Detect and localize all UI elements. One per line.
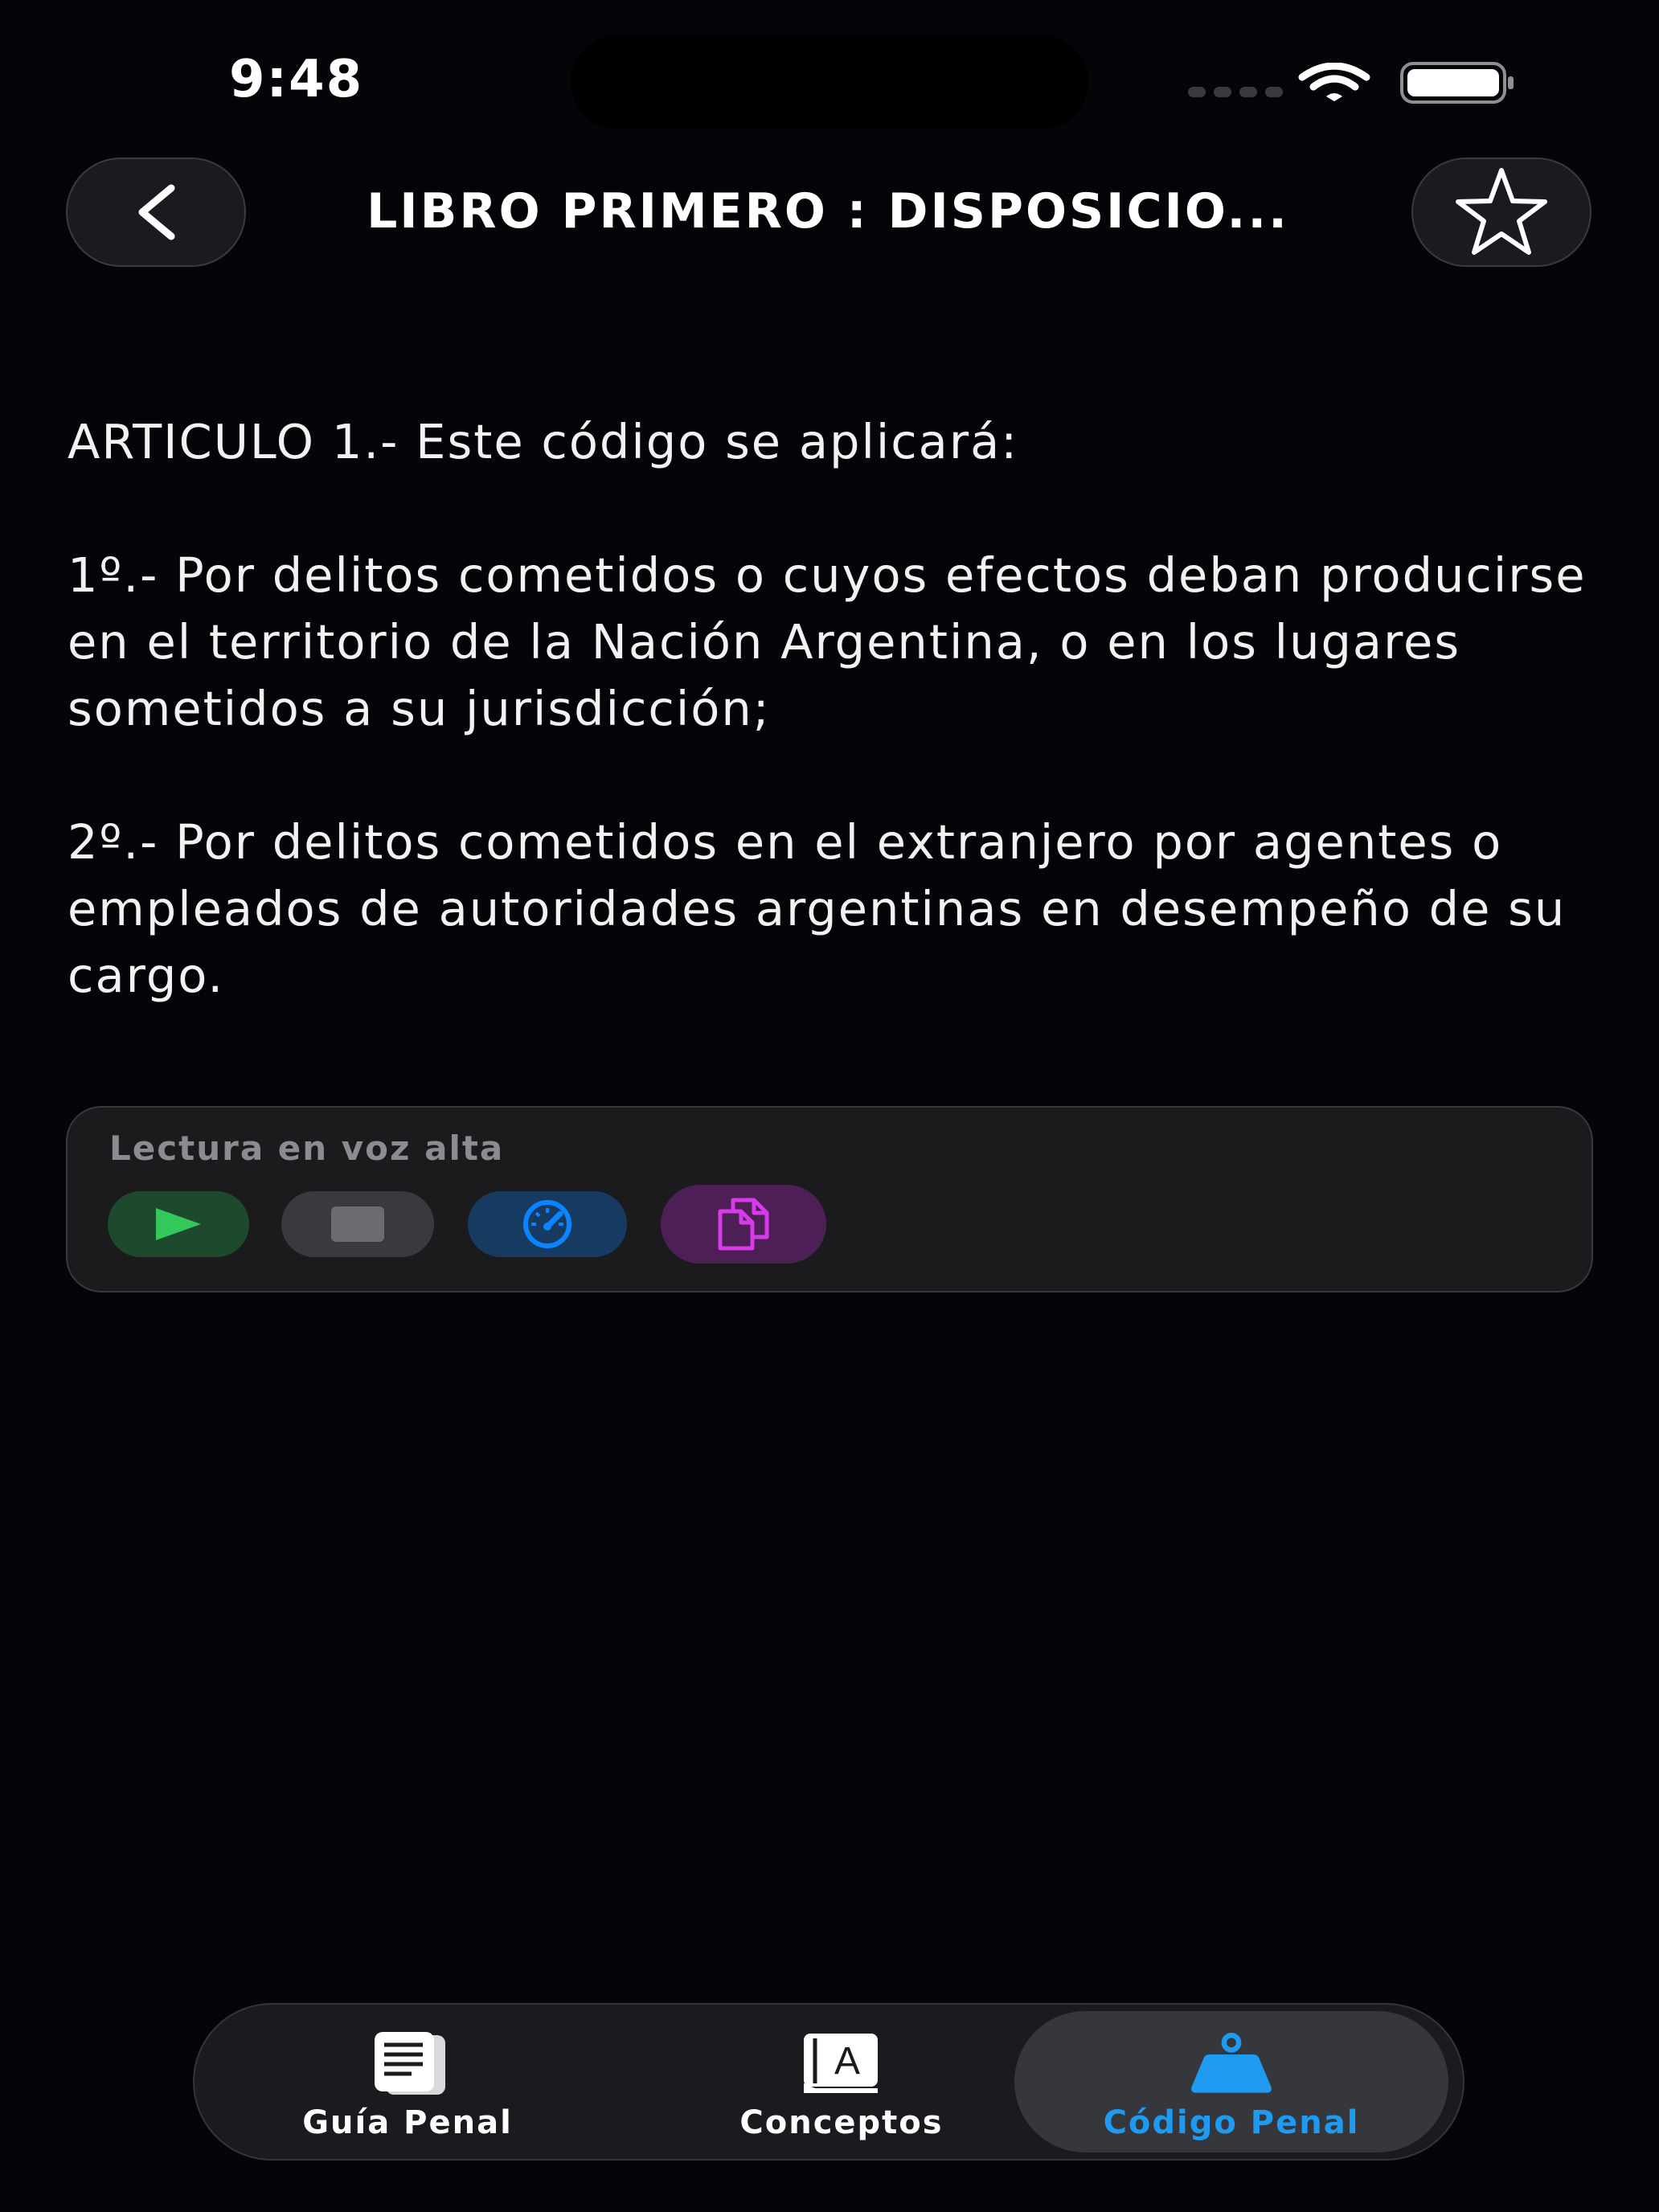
- speed-button[interactable]: [468, 1191, 627, 1257]
- status-time: 9:48: [229, 50, 364, 109]
- article-paragraph-2: 2º.- Por delitos cometidos en el extranj…: [68, 814, 1567, 1003]
- favorite-button[interactable]: [1411, 158, 1591, 267]
- read-aloud-title: Lectura en voz alta: [109, 1129, 505, 1168]
- wifi-icon: [1298, 63, 1370, 101]
- cellular-signal-icon: [1188, 87, 1283, 97]
- stop-button[interactable]: [281, 1191, 434, 1257]
- star-outline-icon: [1456, 168, 1547, 255]
- article-heading: ARTICULO 1.- Este código se aplicará:: [68, 414, 1019, 469]
- stop-icon: [331, 1206, 384, 1242]
- tab-label: Código Penal: [1103, 2104, 1360, 2141]
- tab-label: Guía Penal: [302, 2104, 513, 2141]
- status-bar: 9:48: [0, 0, 1659, 161]
- copy-icon: [718, 1198, 769, 1251]
- speedometer-icon: [523, 1200, 571, 1248]
- document-icon: [375, 2032, 445, 2095]
- battery-icon: [1400, 62, 1514, 104]
- chevron-left-icon: [138, 184, 175, 240]
- tab-conceptos[interactable]: A Conceptos: [717, 2011, 966, 2153]
- tab-label: Conceptos: [739, 2104, 944, 2141]
- article-paragraph-1: 1º.- Por delitos cometidos o cuyos efect…: [68, 547, 1587, 736]
- tab-bar: Guía Penal A Conceptos Código Penal: [193, 2003, 1464, 2161]
- read-aloud-card: Lectura en voz alta: [66, 1106, 1593, 1292]
- weight-icon: [1191, 2032, 1272, 2093]
- copy-button[interactable]: [661, 1185, 826, 1264]
- page-title: LIBRO PRIMERO : DISPOSICIO...: [367, 183, 1289, 240]
- dynamic-island: [571, 35, 1088, 129]
- tab-codigo-penal[interactable]: Código Penal: [1014, 2011, 1448, 2153]
- article-body: ARTICULO 1.- Este código se aplicará: 1º…: [68, 408, 1611, 1009]
- tab-guia-penal[interactable]: Guía Penal: [283, 2011, 532, 2153]
- dictionary-icon: A: [804, 2034, 878, 2093]
- play-icon: [156, 1208, 201, 1240]
- play-button[interactable]: [108, 1191, 249, 1257]
- back-button[interactable]: [66, 158, 246, 267]
- svg-text:A: A: [834, 2040, 860, 2083]
